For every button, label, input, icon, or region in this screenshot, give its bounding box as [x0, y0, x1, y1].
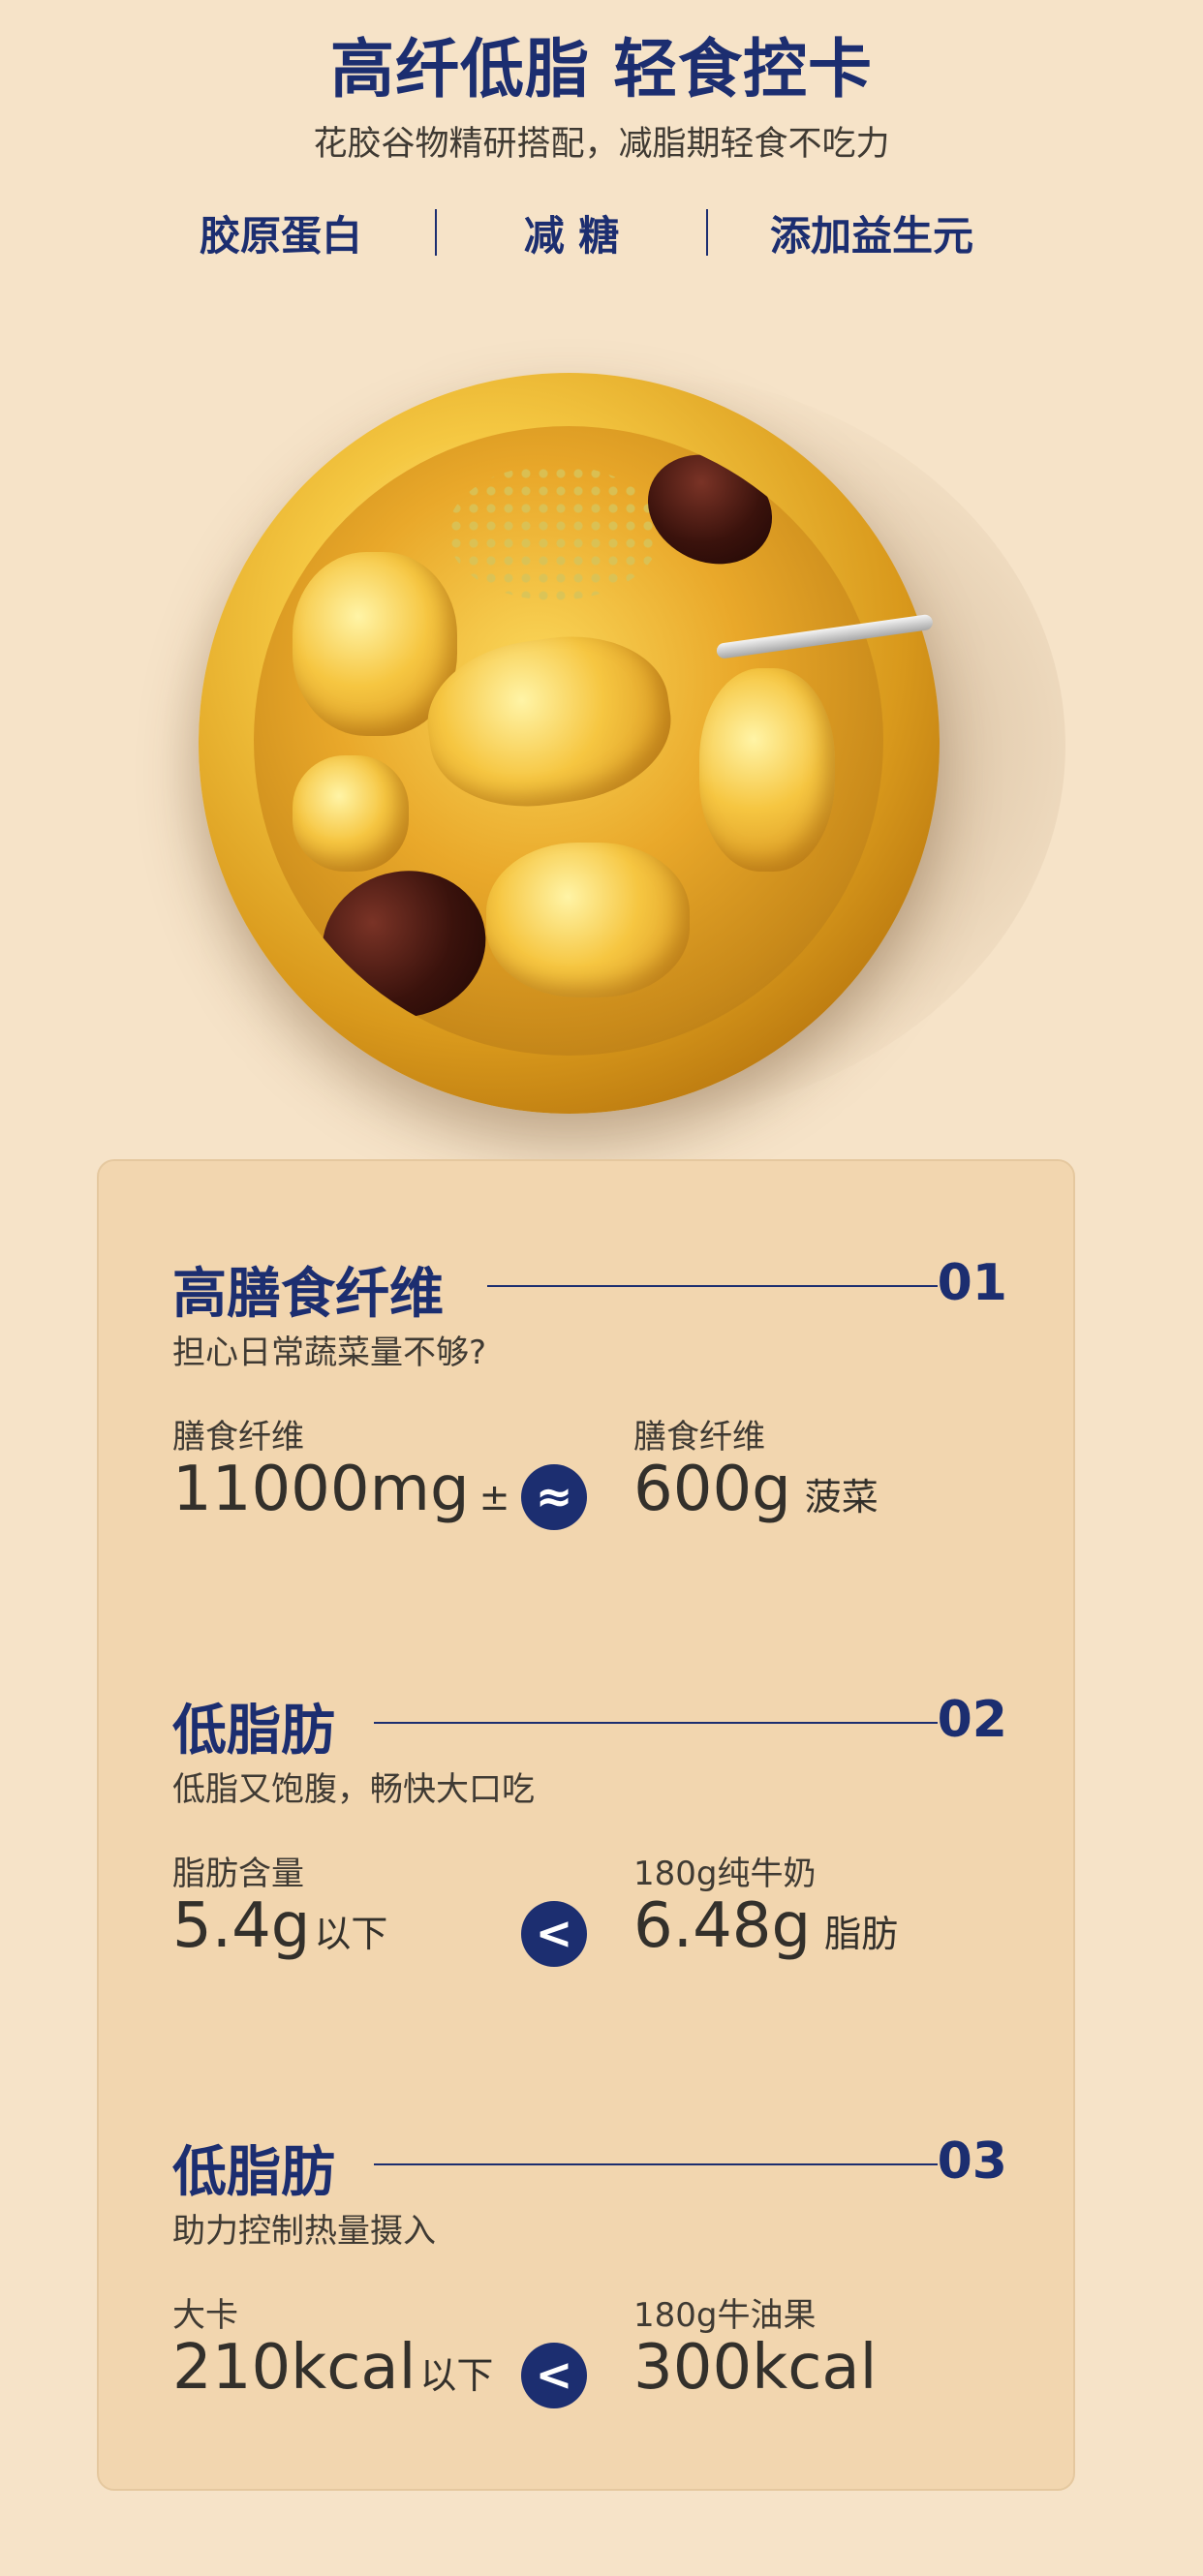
fish-maw-piece	[293, 755, 409, 872]
right-value: 300kcal	[633, 2332, 877, 2404]
section-header: 低脂肪 03	[172, 2129, 1007, 2204]
section-divider-line	[374, 1722, 938, 1724]
section-subtitle: 担心日常蔬菜量不够?	[172, 1334, 487, 1372]
right-label: 180g纯牛奶	[633, 1855, 817, 1893]
right-value-number: 6.48g	[633, 1890, 812, 1962]
approx-equal-icon: ≈	[521, 1464, 587, 1530]
page-title: 高纤低脂 轻食控卡	[330, 32, 873, 107]
section-number: 01	[937, 1254, 1007, 1312]
right-value: 6.48g 脂肪	[633, 1890, 898, 1962]
feature-prebiotic: 添加益生元	[769, 211, 973, 260]
bowl-soup	[254, 426, 883, 1056]
left-value-suffix: ±	[478, 1476, 510, 1518]
right-label: 180g牛油果	[633, 2296, 817, 2335]
fish-maw-piece	[486, 843, 690, 997]
feature-sugar-reduced: 减 糖	[523, 211, 620, 260]
left-value-number: 210kcal	[172, 2332, 416, 2404]
section-header: 低脂肪 02	[172, 1687, 1007, 1763]
left-value: 5.4g 以下	[172, 1890, 387, 1962]
left-label: 膳食纤维	[172, 1418, 304, 1457]
less-than-icon: <	[521, 2343, 587, 2408]
section-title: 低脂肪	[172, 1700, 335, 1763]
section-title: 高膳食纤维	[172, 1263, 444, 1326]
right-value: 600g 菠菜	[633, 1454, 879, 1525]
nutrition-card: 高膳食纤维 01 担心日常蔬菜量不够? 膳食纤维 11000mg ± ≈ 膳食纤维…	[97, 1159, 1075, 2491]
right-value-suffix: 脂肪	[824, 1913, 899, 1955]
left-value: 210kcal 以下	[172, 2332, 493, 2404]
left-value-number: 5.4g	[172, 1890, 311, 1962]
fish-maw-piece	[699, 668, 835, 872]
section-divider-line	[374, 2163, 938, 2165]
left-value-suffix: 以下	[419, 2354, 494, 2397]
section-title: 低脂肪	[172, 2141, 335, 2204]
section-header: 高膳食纤维 01	[172, 1250, 1007, 1326]
left-value: 11000mg ±	[172, 1454, 509, 1525]
section-subtitle: 助力控制热量摄入	[172, 2212, 436, 2251]
left-value-suffix: 以下	[314, 1913, 388, 1955]
feature-divider	[706, 209, 708, 256]
right-value-number: 600g	[633, 1454, 791, 1525]
right-value-suffix: 菠菜	[804, 1476, 879, 1518]
section-number: 02	[937, 1691, 1007, 1749]
page-subtitle: 花胶谷物精研搭配，减脂期轻食不吃力	[313, 125, 890, 164]
right-label: 膳食纤维	[633, 1418, 765, 1457]
section-subtitle: 低脂又饱腹，畅快大口吃	[172, 1770, 535, 1809]
section-divider-line	[487, 1285, 938, 1287]
feature-collagen: 胶原蛋白	[199, 211, 362, 260]
feature-divider	[435, 209, 437, 256]
right-value-number: 300kcal	[633, 2332, 878, 2404]
section-number: 03	[937, 2132, 1007, 2191]
grain-seeds	[447, 465, 661, 600]
left-label: 大卡	[172, 2296, 238, 2335]
left-label: 脂肪含量	[172, 1855, 304, 1893]
left-value-number: 11000mg	[172, 1454, 470, 1525]
feature-bar: 胶原蛋白 减 糖 添加益生元	[145, 201, 1017, 263]
fish-maw-piece	[417, 623, 681, 820]
less-than-icon: <	[521, 1901, 587, 1967]
